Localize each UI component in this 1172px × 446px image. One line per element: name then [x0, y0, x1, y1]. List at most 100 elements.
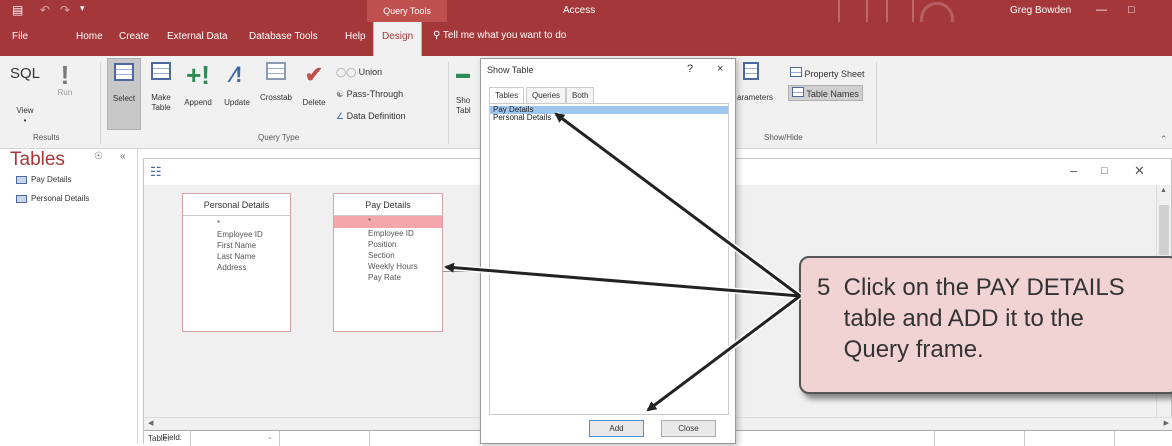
nav-item-personal-details[interactable]: Personal Details: [16, 194, 89, 203]
tell-me-text: Tell me what you want to do: [442, 30, 567, 41]
data-definition-label: Data Definition: [346, 111, 406, 121]
list-item-personal-details[interactable]: Personal Details: [490, 114, 728, 122]
dropdown-icon[interactable]: ⌄: [267, 433, 273, 441]
chevron-down-icon: •: [23, 116, 27, 125]
field-weekly-hours[interactable]: Weekly Hours: [334, 261, 442, 272]
field-pay-rate[interactable]: Pay Rate: [334, 272, 442, 283]
add-button[interactable]: Add: [589, 420, 644, 437]
data-definition-icon: ∠: [336, 111, 345, 121]
show-table-dialog: Show Table ? × Tables Queries Both Pay D…: [480, 58, 736, 444]
property-sheet-label: Property Sheet: [804, 69, 865, 79]
ribbon-tabs: File Home Create External Data Database …: [0, 22, 1172, 56]
tab-create[interactable]: Create: [117, 22, 151, 56]
undo-icon[interactable]: ↶: [40, 3, 50, 17]
customize-toolbar-icon[interactable]: ▾: [80, 3, 85, 14]
minimize-icon[interactable]: –: [1070, 163, 1077, 178]
nav-item-pay-details[interactable]: Pay Details: [16, 175, 71, 184]
title-bar: ▤ ↶ ↷ ▾ Query Tools Access Greg Bowden —…: [0, 0, 1172, 36]
close-button[interactable]: Close: [661, 420, 716, 437]
title-decoration: [866, 0, 868, 22]
view-button[interactable]: View •: [8, 106, 42, 126]
table-icon: [16, 175, 27, 184]
save-icon[interactable]: ▤: [12, 3, 23, 17]
field-last-name[interactable]: Last Name: [183, 251, 290, 262]
table-fieldlist-pay-details[interactable]: Pay Details * Employee ID Position Secti…: [333, 193, 443, 332]
field-star[interactable]: *: [183, 216, 290, 229]
delete-button[interactable]: ✔ Delete: [296, 62, 332, 108]
make-table-button[interactable]: Make Table: [145, 62, 177, 113]
collapse-pane-icon[interactable]: «: [120, 151, 126, 162]
show-table-button[interactable]: ▬ Sho Tabl: [456, 60, 480, 116]
tab-tables[interactable]: Tables: [489, 87, 525, 104]
table-names-icon: [792, 87, 804, 97]
field-employee-id[interactable]: Employee ID: [183, 229, 290, 240]
ribbon-separator: [448, 62, 449, 144]
crosstab-button[interactable]: Crosstab: [258, 62, 294, 103]
append-button[interactable]: +! Append: [180, 62, 216, 108]
tab-external-data[interactable]: External Data: [165, 22, 230, 56]
union-button[interactable]: ◯◯ Union: [336, 67, 382, 78]
nav-menu-icon[interactable]: ☉: [94, 151, 103, 162]
show-table-label-2: Tabl: [456, 106, 471, 115]
property-sheet-button[interactable]: Property Sheet: [790, 67, 865, 79]
tab-help[interactable]: Help: [343, 22, 368, 56]
parameters-label: arameters: [737, 93, 774, 102]
navigation-pane: Tables ☉ « Pay Details Personal Details: [0, 149, 138, 444]
fieldlist-title[interactable]: Personal Details: [183, 194, 290, 216]
title-decoration: [886, 0, 888, 22]
run-button[interactable]: ! Run: [52, 62, 78, 98]
make-table-icon: [151, 62, 171, 80]
tab-both[interactable]: Both: [566, 87, 595, 103]
append-icon: +!: [186, 60, 210, 90]
tab-database-tools[interactable]: Database Tools: [247, 22, 320, 56]
table-names-button[interactable]: Table Names: [788, 85, 863, 101]
group-label-query-type: Query Type: [258, 133, 300, 142]
make-table-label: Make Table: [151, 93, 171, 112]
minimize-icon[interactable]: —: [1096, 4, 1107, 16]
tab-queries[interactable]: Queries: [526, 87, 567, 103]
restore-icon[interactable]: □: [1101, 165, 1108, 177]
update-button[interactable]: ∕! Update: [219, 62, 255, 108]
maximize-icon[interactable]: □: [1128, 4, 1135, 16]
user-name[interactable]: Greg Bowden: [1010, 5, 1071, 16]
field-employee-id[interactable]: Employee ID: [334, 228, 442, 239]
tab-design[interactable]: Design: [373, 22, 423, 56]
field-position[interactable]: Position: [334, 239, 442, 250]
table-fieldlist-personal-details[interactable]: Personal Details * Employee ID First Nam…: [182, 193, 291, 332]
fieldlist-title[interactable]: Pay Details: [334, 194, 442, 216]
data-definition-button[interactable]: ∠ Data Definition: [336, 111, 406, 122]
scroll-thumb[interactable]: [1159, 205, 1169, 255]
collapse-ribbon-icon[interactable]: ⌃: [1160, 134, 1168, 145]
table-icon: [16, 194, 27, 203]
field-first-name[interactable]: First Name: [183, 240, 290, 251]
redo-icon[interactable]: ↷: [60, 3, 70, 17]
nav-item-label: Pay Details: [31, 175, 72, 184]
update-icon: ∕!: [231, 62, 243, 87]
scroll-up-icon[interactable]: ▲: [1160, 187, 1167, 194]
help-icon[interactable]: ?: [687, 63, 693, 75]
select-label: Select: [112, 94, 136, 103]
scroll-left-icon[interactable]: ◀: [148, 419, 153, 427]
close-icon[interactable]: ×: [717, 63, 723, 75]
show-table-icon: ▬: [456, 65, 470, 81]
callout-text: 5 Click on the PAY DETAILS table and ADD…: [817, 274, 1125, 363]
tab-file[interactable]: File: [10, 22, 30, 56]
tell-me-search[interactable]: ⚲ Tell me what you want to do: [433, 30, 566, 41]
field-section[interactable]: Section: [334, 250, 442, 261]
nav-title[interactable]: Tables: [10, 149, 65, 171]
pass-through-button[interactable]: ☯ Pass-Through: [336, 89, 403, 100]
pass-through-label: Pass-Through: [346, 89, 404, 99]
delete-icon: ✔: [304, 62, 324, 87]
scroll-right-icon[interactable]: ▶: [1164, 419, 1169, 427]
tab-home[interactable]: Home: [74, 22, 105, 56]
update-label: Update: [224, 98, 250, 107]
union-label: Union: [358, 67, 383, 77]
table-list[interactable]: Pay Details Personal Details: [489, 103, 729, 415]
union-icon: ◯◯: [336, 67, 357, 77]
select-button[interactable]: Select: [107, 58, 141, 130]
field-star[interactable]: *: [334, 216, 442, 228]
dialog-title: Show Table: [487, 65, 534, 75]
close-icon[interactable]: ✕: [1134, 163, 1145, 179]
field-address[interactable]: Address: [183, 262, 290, 273]
parameters-button[interactable]: arameters: [737, 62, 773, 103]
